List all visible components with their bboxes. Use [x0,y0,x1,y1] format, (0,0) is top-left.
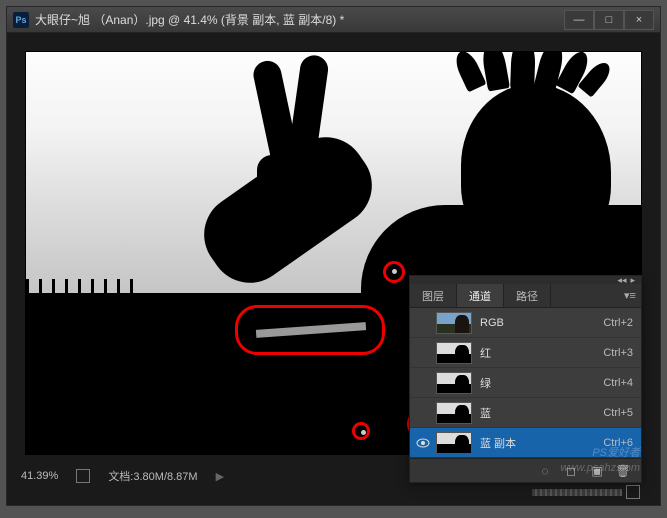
window-controls: — □ × [564,10,654,30]
tab-channels[interactable]: 通道 [457,284,504,307]
channel-shortcut: Ctrl+6 [603,437,633,449]
channel-list: RGB Ctrl+2 红 Ctrl+3 绿 Ctrl+4 蓝 Ctrl+5 [410,308,641,458]
channel-name: 蓝 副本 [480,435,603,451]
titlebar[interactable]: Ps 大眼仔~旭 （Anan）.jpg @ 41.4% (背景 副本, 蓝 副本… [7,7,660,33]
app-icon: Ps [13,12,29,28]
channel-name: 红 [480,345,603,361]
annotation-dot-1 [392,269,397,274]
tab-paths[interactable]: 路径 [504,284,551,307]
channel-green[interactable]: 绿 Ctrl+4 [410,368,641,398]
channel-thumbnail [436,432,472,454]
delete-channel-icon[interactable]: 🗑 [615,464,631,478]
channel-thumbnail [436,372,472,394]
channel-blue[interactable]: 蓝 Ctrl+5 [410,398,641,428]
main-window: Ps 大眼仔~旭 （Anan）.jpg @ 41.4% (背景 副本, 蓝 副本… [6,6,661,506]
save-selection-icon[interactable]: ◻ [563,464,579,478]
zoom-level[interactable]: 41.39% [21,470,58,482]
new-channel-icon[interactable]: ▣ [589,464,605,478]
status-arrow-icon[interactable]: ▶ [216,470,224,483]
channel-name: RGB [480,317,603,329]
visibility-toggle[interactable] [414,404,432,422]
channel-thumbnail [436,402,472,424]
tab-layers[interactable]: 图层 [410,284,457,307]
visibility-toggle[interactable] [414,374,432,392]
visibility-toggle[interactable] [414,344,432,362]
minimize-button[interactable]: — [564,10,594,30]
channel-name: 绿 [480,375,603,391]
panel-collapse-bar[interactable]: ◂◂▸ [410,276,641,284]
status-strip [532,489,622,496]
panel-tabs: 图层 通道 路径 ▾≡ [410,284,641,308]
image-fence [26,277,180,297]
panel-footer: ◌ ◻ ▣ 🗑 [410,458,641,482]
visibility-toggle[interactable] [414,434,432,452]
annotation-box [235,305,385,355]
channels-panel[interactable]: ◂◂▸ 图层 通道 路径 ▾≡ RGB Ctrl+2 红 Ctrl+3 [409,275,642,483]
maximize-button[interactable]: □ [594,10,624,30]
channel-thumbnail [436,312,472,334]
channel-thumbnail [436,342,472,364]
status-square-icon[interactable] [626,485,640,499]
channel-red[interactable]: 红 Ctrl+3 [410,338,641,368]
panel-menu-icon[interactable]: ▾≡ [619,284,641,307]
channel-blue-copy[interactable]: 蓝 副本 Ctrl+6 [410,428,641,458]
window-title: 大眼仔~旭 （Anan）.jpg @ 41.4% (背景 副本, 蓝 副本/8)… [35,11,564,28]
status-right [532,485,640,499]
visibility-toggle[interactable] [414,314,432,332]
channel-shortcut: Ctrl+2 [603,317,633,329]
close-button[interactable]: × [624,10,654,30]
channel-name: 蓝 [480,405,603,421]
status-icon[interactable] [76,469,90,483]
channel-shortcut: Ctrl+5 [603,407,633,419]
load-selection-icon[interactable]: ◌ [537,464,553,478]
doc-size: 文档:3.80M/8.87M [108,468,197,484]
channel-rgb[interactable]: RGB Ctrl+2 [410,308,641,338]
channel-shortcut: Ctrl+4 [603,377,633,389]
channel-shortcut: Ctrl+3 [603,347,633,359]
